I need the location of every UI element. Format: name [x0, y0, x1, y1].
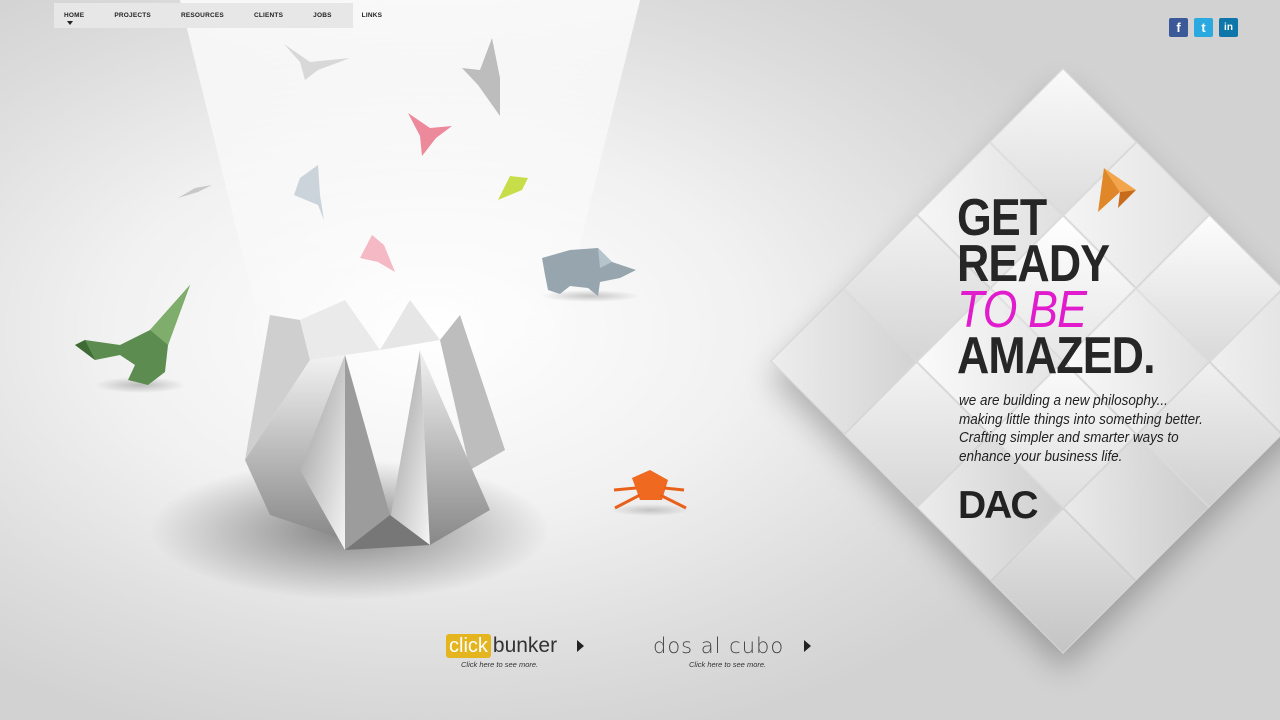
origami-birds-illustration	[178, 38, 528, 272]
tagline-line: making little things into something bett…	[959, 411, 1203, 428]
play-arrow-icon[interactable]	[577, 640, 585, 652]
headline-line-4: AMAZED.	[957, 327, 1156, 385]
origami-dinosaur-illustration	[75, 285, 190, 393]
paper-crown-illustration	[245, 300, 505, 550]
clickbunker-logo-click: click	[446, 634, 491, 658]
dac-logo-text: DAC	[958, 484, 1038, 527]
dosalcubo-logo: dos al cubo	[653, 634, 785, 658]
dosalcubo-caption: Click here to see more.	[689, 660, 767, 669]
tagline-line: we are building a new philosophy...	[959, 393, 1168, 409]
clickbunker-promo[interactable]: click bunker Click here to see more.	[446, 634, 585, 669]
hero-headline: GET READY TO BE AMAZED.	[957, 192, 1187, 385]
tagline-line: Crafting simpler and smarter ways to	[959, 430, 1179, 446]
origami-rhino-illustration	[540, 248, 640, 302]
tagline-line: enhance your business life.	[959, 448, 1123, 465]
origami-spider-illustration	[610, 470, 690, 516]
dac-logo: DAC	[958, 484, 1038, 528]
clickbunker-logo-bunker: bunker	[492, 634, 558, 657]
hero-tagline: we are building a new philosophy... maki…	[959, 392, 1238, 466]
dosalcubo-promo[interactable]: dos al cubo Click here to see more.	[653, 634, 812, 669]
play-arrow-icon[interactable]	[804, 640, 812, 652]
clickbunker-caption: Click here to see more.	[461, 660, 539, 669]
